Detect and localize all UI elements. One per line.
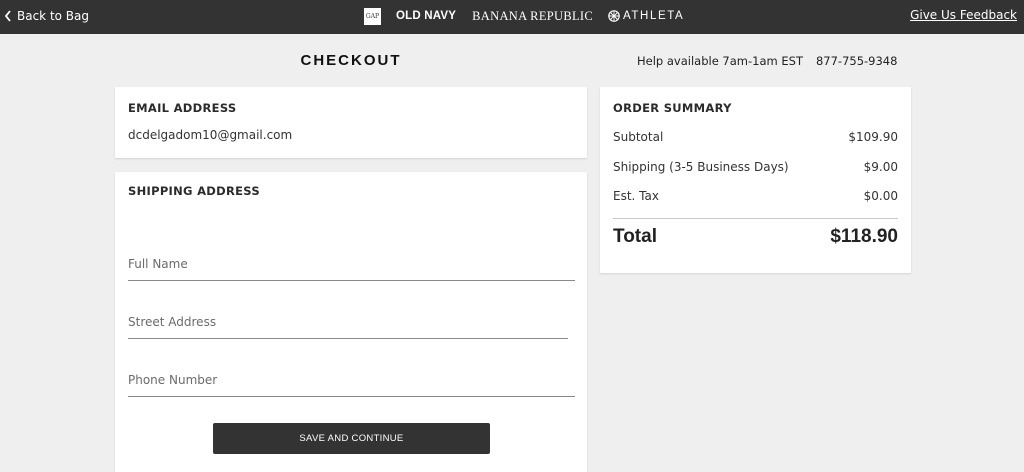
full-name-field[interactable] bbox=[128, 257, 575, 271]
brand-logos: GAP OLD NAVY BANANA REPUBLIC ATHLETA bbox=[364, 6, 684, 26]
email-heading: EMAIL ADDRESS bbox=[128, 101, 237, 115]
gap-logo[interactable]: GAP bbox=[364, 7, 381, 25]
give-feedback-link[interactable]: Give Us Feedback bbox=[910, 8, 1017, 22]
summary-divider bbox=[613, 218, 898, 219]
banana-republic-logo[interactable]: BANANA REPUBLIC bbox=[472, 9, 593, 24]
phone-number-field[interactable] bbox=[128, 373, 575, 387]
shipping-value: $9.00 bbox=[863, 160, 898, 174]
total-row: Total $118.90 bbox=[613, 226, 898, 248]
subtotal-value: $109.90 bbox=[848, 130, 898, 144]
tax-label: Est. Tax bbox=[613, 189, 659, 203]
street-address-field-wrapper bbox=[128, 315, 568, 339]
save-and-continue-button[interactable]: SAVE AND CONTINUE bbox=[213, 423, 490, 454]
total-label: Total bbox=[613, 226, 657, 247]
old-navy-logo[interactable]: OLD NAVY bbox=[396, 10, 456, 22]
top-navigation-bar: Back to Bag GAP OLD NAVY BANANA REPUBLIC… bbox=[0, 0, 1024, 34]
tax-value: $0.00 bbox=[863, 189, 898, 203]
tax-row: Est. Tax $0.00 bbox=[613, 189, 898, 203]
shipping-heading: SHIPPING ADDRESS bbox=[128, 184, 260, 198]
athleta-label: ATHLETA bbox=[623, 10, 685, 22]
order-summary-heading: ORDER SUMMARY bbox=[613, 101, 732, 115]
total-value: $118.90 bbox=[830, 226, 898, 247]
back-to-bag-link[interactable]: Back to Bag bbox=[3, 7, 89, 25]
subtotal-label: Subtotal bbox=[613, 130, 664, 144]
email-value: dcdelgadom10@gmail.com bbox=[128, 128, 293, 142]
subtotal-row: Subtotal $109.90 bbox=[613, 130, 898, 144]
street-address-field[interactable] bbox=[128, 315, 568, 329]
email-address-card: EMAIL ADDRESS dcdelgadom10@gmail.com bbox=[115, 87, 587, 158]
full-name-field-wrapper bbox=[128, 257, 575, 281]
shipping-label: Shipping (3-5 Business Days) bbox=[613, 160, 789, 174]
help-info: Help available 7am-1am EST 877-755-9348 bbox=[637, 54, 897, 68]
shipping-row: Shipping (3-5 Business Days) $9.00 bbox=[613, 160, 898, 174]
shipping-address-card: SHIPPING ADDRESS SAVE AND CONTINUE bbox=[115, 172, 587, 472]
help-text: Help available 7am-1am EST bbox=[637, 54, 803, 68]
help-phone[interactable]: 877-755-9348 bbox=[816, 54, 897, 68]
phone-number-field-wrapper bbox=[128, 373, 575, 397]
athleta-logo[interactable]: ATHLETA bbox=[608, 10, 684, 22]
page-title: CHECKOUT bbox=[300, 52, 402, 69]
chevron-left-icon bbox=[4, 10, 11, 22]
order-summary-card: ORDER SUMMARY Subtotal $109.90 Shipping … bbox=[600, 87, 911, 273]
athleta-logo-icon bbox=[608, 10, 620, 22]
back-to-bag-label: Back to Bag bbox=[17, 9, 90, 23]
